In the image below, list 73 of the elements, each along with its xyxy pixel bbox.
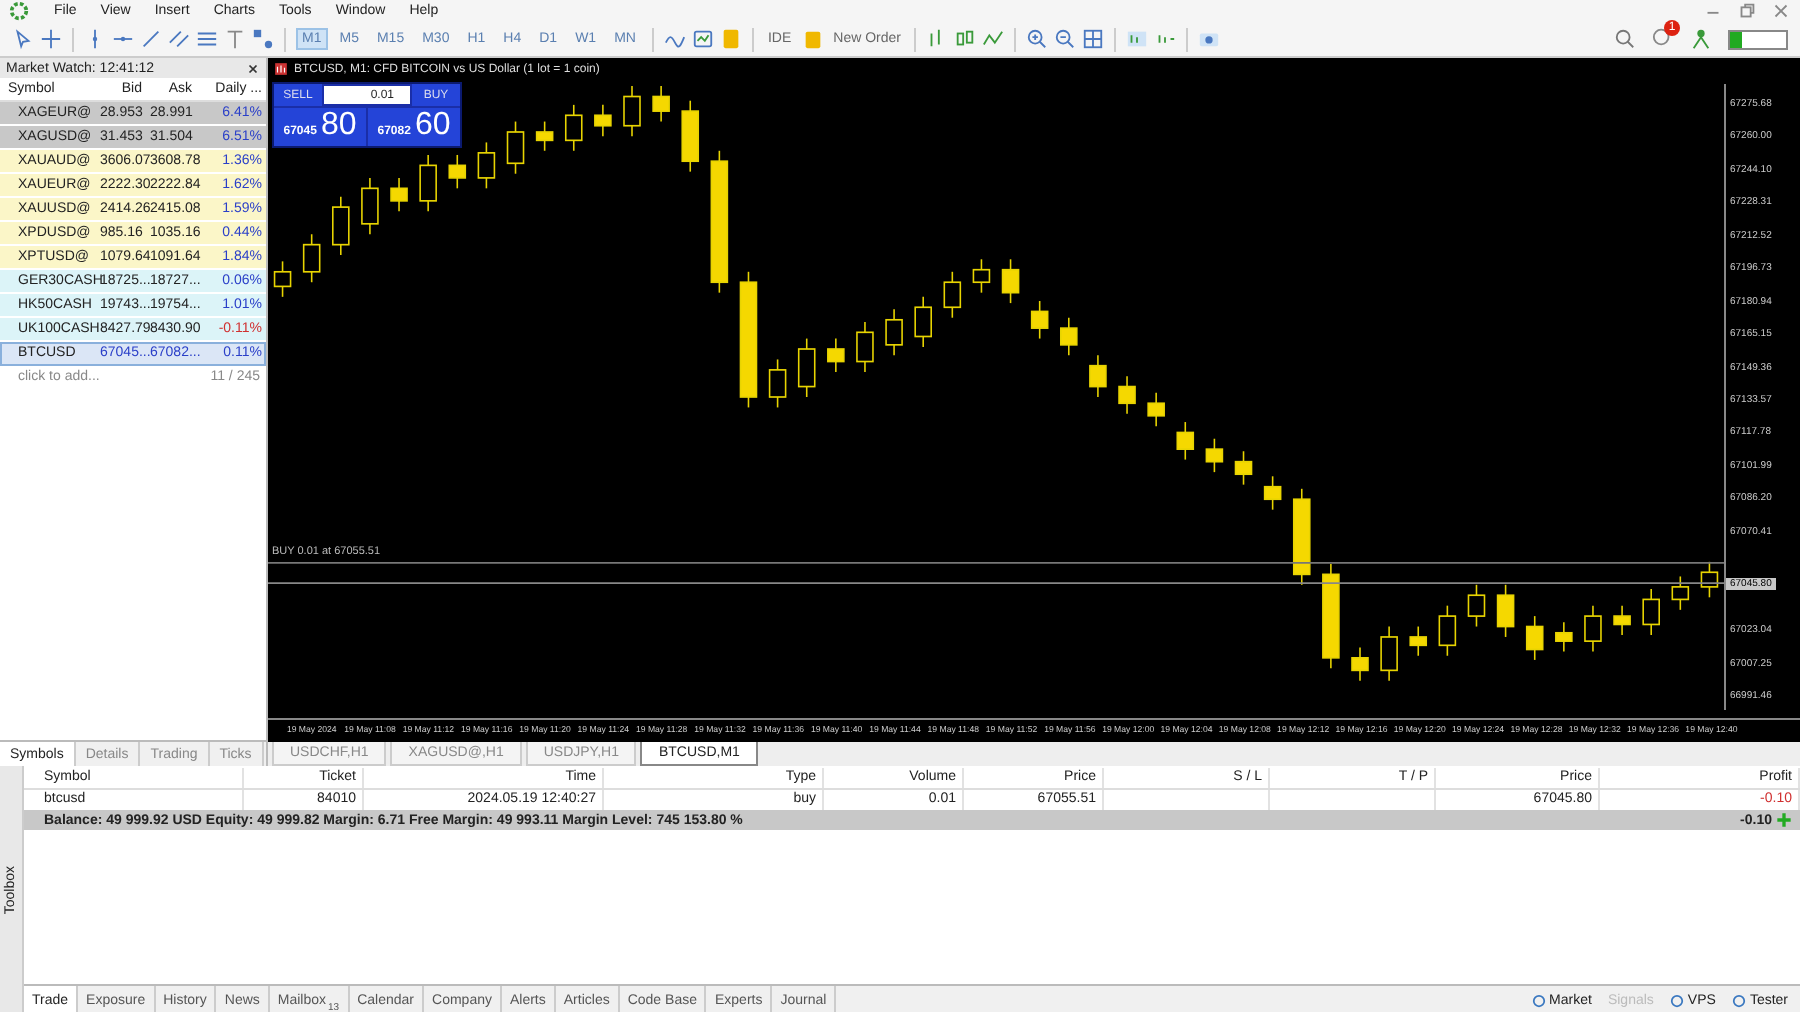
candle <box>419 154 437 213</box>
candlestick-icon[interactable] <box>954 28 977 50</box>
candle <box>1642 588 1661 636</box>
ring-icon <box>1731 993 1746 1007</box>
camera-icon[interactable] <box>1198 28 1221 50</box>
candle <box>943 271 962 319</box>
restore-icon[interactable] <box>1736 0 1758 22</box>
cursor-icon[interactable] <box>12 28 34 50</box>
candle <box>1001 258 1020 304</box>
candle <box>739 271 758 409</box>
candle <box>1467 584 1486 628</box>
candle <box>1176 421 1195 461</box>
zoom-in-icon[interactable] <box>1026 28 1049 50</box>
search-icon[interactable] <box>1614 28 1636 50</box>
candle <box>623 85 641 137</box>
candle <box>477 141 496 190</box>
candle <box>1292 488 1311 586</box>
candle <box>856 321 874 373</box>
app-logo-icon <box>8 0 30 22</box>
person-icon[interactable] <box>1690 28 1712 50</box>
candle <box>302 233 321 284</box>
candle <box>1147 392 1165 428</box>
candle <box>506 120 525 175</box>
crosshair-icon[interactable] <box>40 28 62 50</box>
close-icon[interactable] <box>246 61 260 75</box>
candle <box>1089 354 1107 398</box>
candle <box>972 258 991 294</box>
candle <box>827 337 845 373</box>
candle <box>1351 646 1369 682</box>
fibonacci-icon[interactable] <box>196 28 218 50</box>
candle <box>448 154 467 190</box>
candle <box>1438 604 1457 657</box>
candle <box>331 195 350 256</box>
candle <box>1380 625 1398 682</box>
candle <box>390 177 408 213</box>
candle <box>1584 604 1602 653</box>
candle <box>885 308 903 357</box>
candle <box>1322 563 1340 670</box>
candle <box>768 358 787 409</box>
chart-window-icon <box>274 62 288 76</box>
candle <box>797 337 816 398</box>
candle <box>652 85 670 123</box>
candle <box>535 120 554 152</box>
candle <box>273 260 292 298</box>
candle <box>361 177 379 236</box>
candle <box>1205 437 1224 473</box>
candle <box>914 296 933 348</box>
candle <box>1613 604 1631 636</box>
candle <box>564 104 583 152</box>
zoom-out-icon[interactable] <box>1054 28 1077 50</box>
shapes-icon[interactable] <box>252 28 274 50</box>
trendline-icon[interactable] <box>140 28 162 50</box>
candle <box>1525 615 1544 661</box>
text-tool-icon[interactable] <box>224 28 246 50</box>
chart-shift-icon[interactable] <box>1126 28 1149 50</box>
candle <box>1263 475 1282 511</box>
candle <box>594 104 612 137</box>
channel-icon[interactable] <box>168 28 190 50</box>
line-chart-icon[interactable] <box>982 28 1005 50</box>
candle <box>1671 575 1690 611</box>
ring-icon <box>1531 993 1546 1007</box>
candle <box>1118 375 1136 415</box>
candle <box>1030 300 1049 340</box>
candle <box>1700 561 1719 599</box>
ring-icon <box>1669 993 1684 1007</box>
candle <box>1409 625 1428 657</box>
candle <box>1496 584 1515 638</box>
grid-icon[interactable] <box>1082 28 1105 50</box>
candle <box>681 99 700 173</box>
candle <box>1059 316 1078 357</box>
candle <box>1234 450 1253 486</box>
template-icon[interactable] <box>691 28 714 50</box>
candle <box>1555 621 1573 653</box>
